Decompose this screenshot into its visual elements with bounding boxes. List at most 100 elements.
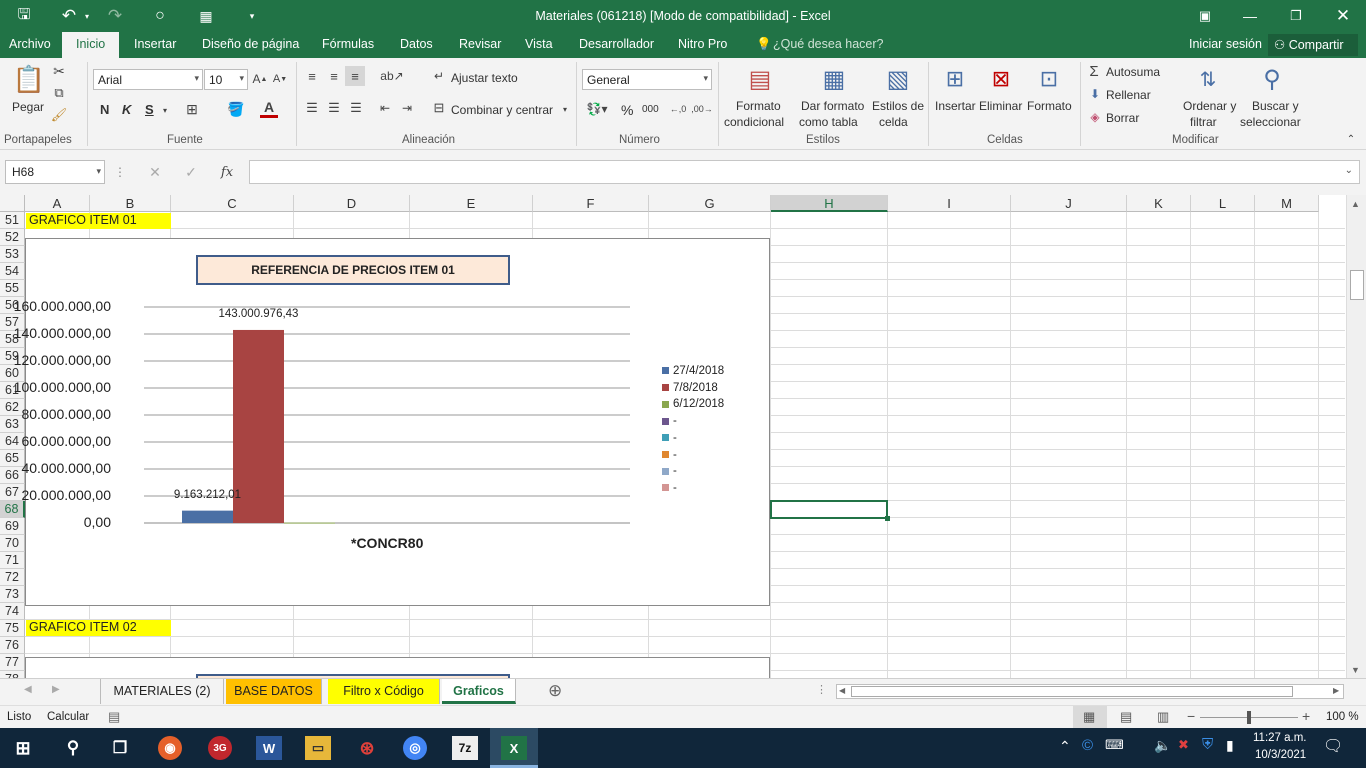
status-calculate[interactable]: Calcular (47, 711, 89, 723)
paste-button[interactable]: Pegar (12, 100, 44, 114)
horizontal-scrollbar[interactable]: ◀ ▶ (836, 684, 1344, 699)
sort-filter-icon[interactable]: ⇅ (1192, 62, 1224, 96)
wrap-text-button[interactable]: Ajustar texto (451, 71, 518, 85)
shrink-font-icon[interactable]: A ▼ (272, 70, 288, 88)
conditional-format-icon[interactable]: ▤ (744, 62, 776, 96)
media-app-icon[interactable]: ⊛ (354, 736, 380, 760)
row-header-72[interactable]: 72 (0, 569, 25, 586)
cell-styles-label-1[interactable]: Estilos de (872, 99, 924, 113)
formula-input[interactable]: ⌄ (249, 160, 1360, 184)
row-header-73[interactable]: 73 (0, 586, 25, 603)
conditional-format-label-1[interactable]: Formato (736, 99, 781, 113)
column-header-e[interactable]: E (410, 195, 533, 212)
show-hidden-icons[interactable]: ⌃ (1059, 738, 1071, 755)
battery-icon[interactable]: ▮ (1226, 737, 1234, 754)
decrease-decimal-icon[interactable]: ,00→ (691, 100, 713, 118)
align-bottom-icon[interactable]: ≡ (345, 66, 365, 86)
spreadsheet-grid[interactable]: ABCDEFGHIJKLM 51 52 53 54 55 56 57 58 59 60 61 62 63… (0, 195, 1366, 678)
row-header-70[interactable]: 70 (0, 535, 25, 552)
clock-date[interactable]: 10/3/2021 (1255, 749, 1306, 761)
font-name-select[interactable]: Arial ▾ (93, 69, 203, 90)
insert-function-icon[interactable]: fx (214, 162, 240, 182)
percent-button[interactable]: % (621, 102, 633, 118)
cell-a51[interactable]: GRAFICO ITEM 01 (26, 213, 171, 229)
scroll-right-icon[interactable]: ▶ (1333, 686, 1339, 695)
tray-app-icon[interactable]: © (1082, 737, 1093, 754)
resize-handle-icon[interactable]: ⋮ (114, 162, 126, 182)
delete-cells-icon[interactable]: ⊠ (986, 62, 1016, 96)
decrease-indent-icon[interactable]: ⇤ (376, 100, 394, 116)
merge-dropdown-icon[interactable]: ▾ (560, 102, 570, 116)
close-icon[interactable]: ✕ (1332, 5, 1354, 27)
cell-styles-label-2[interactable]: celda (879, 115, 908, 129)
tab-archivo[interactable]: Archivo (9, 37, 51, 51)
format-as-table-label-1[interactable]: Dar formato (801, 99, 864, 113)
select-all-corner[interactable] (0, 195, 25, 212)
chart-object[interactable]: REFERENCIA DE PRECIOS ITEM 01 160.000.00… (14, 238, 770, 606)
font-size-select[interactable]: 10 ▾ (204, 69, 248, 90)
row-header-55[interactable]: 55 (0, 280, 25, 297)
find-select-label-1[interactable]: Buscar y (1252, 99, 1299, 113)
orientation-icon[interactable]: ab↗ (380, 68, 404, 84)
format-painter-icon[interactable]: 🖌 (50, 106, 68, 124)
expand-formula-icon[interactable]: ⌄ (1345, 165, 1353, 176)
minimize-icon[interactable]: — (1240, 6, 1260, 26)
add-sheet-icon[interactable]: ⊕ (548, 681, 562, 701)
file-explorer-icon[interactable]: ▭ (305, 736, 331, 760)
tab-datos[interactable]: Datos (400, 37, 433, 51)
clear-button[interactable]: Borrar (1106, 111, 1139, 125)
tab-desarrollador[interactable]: Desarrollador (579, 37, 654, 51)
clock-time[interactable]: 11:27 a.m. (1253, 732, 1307, 744)
format-cells-button[interactable]: Formato (1027, 99, 1072, 113)
borders-icon[interactable]: ⊞ (182, 100, 202, 118)
macro-record-icon[interactable]: ▤ (108, 709, 120, 725)
scroll-down-icon[interactable]: ▼ (1351, 665, 1360, 675)
zoom-out-icon[interactable]: − (1187, 708, 1195, 724)
excel-taskbar-button[interactable]: X (490, 728, 538, 768)
column-header-i[interactable]: I (888, 195, 1011, 212)
fill-color-icon[interactable]: 🪣 (226, 100, 246, 118)
merge-center-button[interactable]: Combinar y centrar (451, 103, 553, 117)
share-button[interactable]: ⚇ Compartir (1268, 34, 1358, 56)
paste-icon[interactable]: 📋 (12, 62, 46, 96)
tab-inicio[interactable]: Inicio (62, 32, 120, 58)
align-top-icon[interactable]: ≡ (303, 68, 321, 84)
collapse-ribbon-icon[interactable]: ⌃ (1344, 132, 1358, 146)
underline-dropdown-icon[interactable]: ▾ (160, 102, 170, 118)
column-header-d[interactable]: D (294, 195, 410, 212)
horizontal-scroll-thumb[interactable] (851, 686, 1293, 697)
delete-cells-button[interactable]: Eliminar (979, 99, 1022, 113)
sheet-tab-materiales[interactable]: MATERIALES (2) (100, 679, 224, 704)
normal-view-button[interactable]: ▦ (1073, 706, 1107, 728)
fill-button[interactable]: Rellenar (1106, 88, 1151, 102)
row-header-52[interactable]: 52 (0, 229, 25, 246)
volume-icon[interactable]: 🔈 (1154, 737, 1171, 754)
format-cells-icon[interactable]: ⊡ (1034, 62, 1064, 96)
tab-formulas[interactable]: Fórmulas (322, 37, 374, 51)
sort-filter-label-2[interactable]: filtrar (1190, 115, 1217, 129)
increase-indent-icon[interactable]: ⇥ (398, 100, 416, 116)
fill-handle[interactable] (885, 516, 890, 521)
sort-filter-label-1[interactable]: Ordenar y (1183, 99, 1236, 113)
chart-object-2[interactable] (25, 657, 770, 678)
cell-a75[interactable]: GRAFICO ITEM 02 (26, 620, 171, 636)
next-sheet-icon[interactable]: ▶ (52, 684, 60, 695)
zoom-in-icon[interactable]: + (1302, 708, 1310, 724)
underline-button[interactable]: S (145, 102, 154, 117)
row-header-76[interactable]: 76 (0, 637, 25, 654)
row-header-54[interactable]: 54 (0, 263, 25, 280)
row-header-71[interactable]: 71 (0, 552, 25, 569)
format-as-table-icon[interactable]: ▦ (818, 62, 850, 96)
scroll-up-icon[interactable]: ▲ (1351, 199, 1360, 209)
vertical-scrollbar[interactable]: ▲ ▼ (1346, 195, 1366, 678)
insert-cells-icon[interactable]: ⊞ (940, 62, 970, 96)
conditional-format-label-2[interactable]: condicional (724, 115, 784, 129)
vertical-scroll-thumb[interactable] (1350, 270, 1364, 300)
cell-styles-icon[interactable]: ▧ (882, 62, 914, 96)
column-header-a[interactable]: A (25, 195, 90, 212)
autosum-button[interactable]: Autosuma (1106, 65, 1160, 79)
page-break-icon[interactable]: ▥ (1157, 709, 1169, 725)
accounting-format-icon[interactable]: 💱▾ (584, 100, 610, 118)
tab-revisar[interactable]: Revisar (459, 37, 501, 51)
7zip-icon[interactable]: 7z (452, 736, 478, 760)
